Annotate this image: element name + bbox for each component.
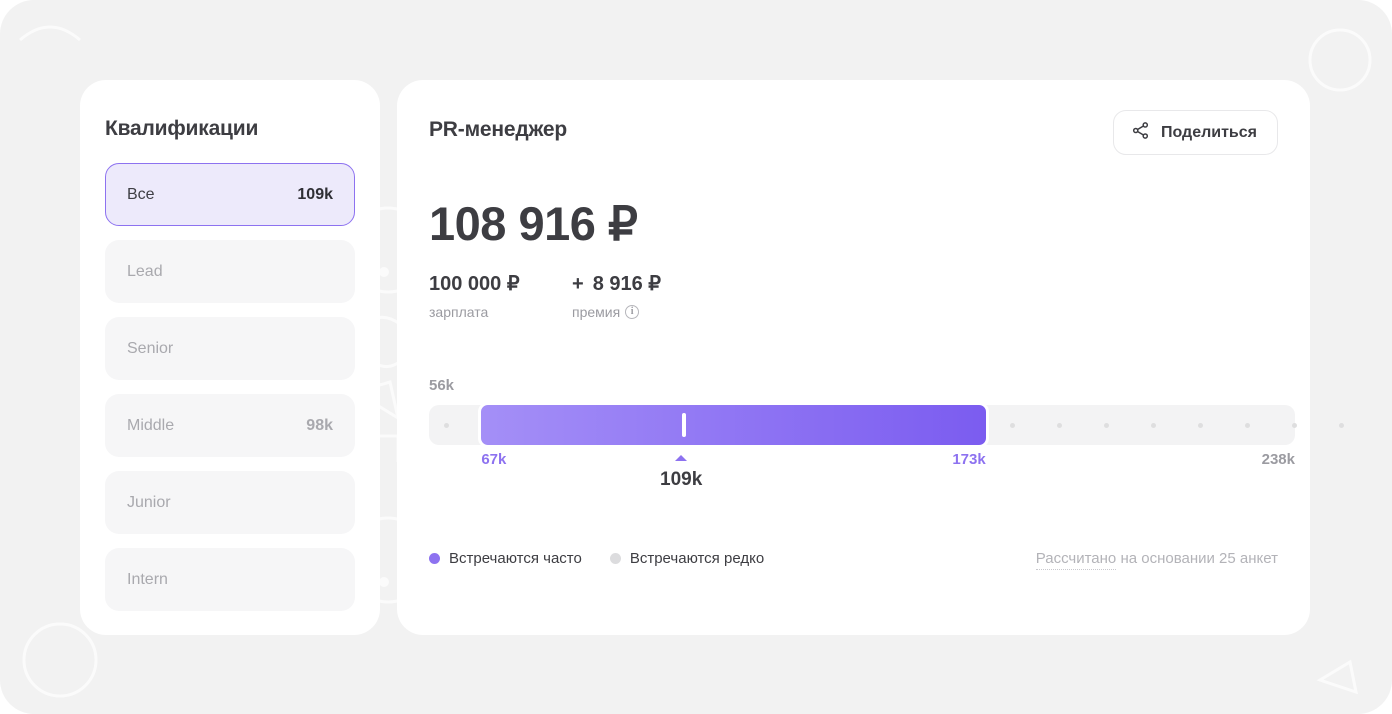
track-dot (1198, 422, 1204, 428)
axis-max-label: 238k (1261, 451, 1295, 468)
track-dot (1339, 422, 1345, 428)
track-dot (1104, 422, 1110, 428)
sidebar-item-label: Junior (127, 493, 171, 511)
track-dot (1245, 422, 1251, 428)
salary-breakdown-values: 100 000 ₽ + 8 916 ₽ (429, 271, 1278, 296)
source-note-link[interactable]: Рассчитано (1035, 550, 1117, 570)
legend-item-rare: Встречаются редко (609, 550, 765, 567)
panel-header: PR-менеджер Поделиться (429, 110, 1278, 155)
sidebar-item-label: Senior (127, 339, 174, 357)
sidebar-item-label: Все (127, 185, 155, 203)
range-high-label: 173k (952, 451, 986, 468)
median-caret-icon (675, 455, 688, 461)
plus-sign: + (572, 273, 584, 295)
panel-footer: Встречаются часто Встречаются редко Расс… (429, 550, 1278, 570)
source-note: Рассчитано на основании 25 анкет (1035, 550, 1278, 570)
range-low-label: 67k (481, 451, 507, 468)
sidebar-item-vse[interactable]: Все 109k (105, 163, 355, 226)
app-root: Квалификации Все 109k Lead Senior Middle… (0, 0, 1392, 714)
sidebar-item-intern[interactable]: Intern (105, 548, 355, 611)
base-salary-label: зарплата (429, 304, 489, 320)
salary-range-chart: 56k 67k 173k 238k 109k (429, 377, 1345, 490)
sidebar-item-label: Intern (127, 570, 168, 588)
frequent-range-bar[interactable] (478, 402, 989, 448)
track-dot (443, 422, 449, 428)
chart-wrap: 56k 67k 173k 238k 109k (429, 377, 1345, 490)
info-icon[interactable]: i (625, 305, 640, 319)
qualifications-sidebar: Квалификации Все 109k Lead Senior Middle… (80, 80, 380, 635)
sidebar-item-label: Lead (127, 262, 163, 280)
legend-dot (429, 553, 440, 564)
legend-item-frequent: Встречаются часто (429, 550, 582, 567)
sidebar-item-label: Middle (127, 416, 175, 434)
bonus-label: премия (572, 304, 621, 320)
sidebar-item-value: 98k (306, 416, 333, 434)
dashboard-board: Квалификации Все 109k Lead Senior Middle… (80, 80, 1345, 635)
legend-dot (609, 553, 621, 564)
track-dot (1151, 422, 1157, 428)
sidebar-item-senior[interactable]: Senior (105, 317, 355, 380)
sidebar-item-junior[interactable]: Junior (105, 471, 355, 534)
legend-label: Встречаются редко (629, 550, 765, 567)
page-title: PR-менеджер (429, 118, 567, 141)
sidebar-item-middle[interactable]: Middle 98k (105, 394, 355, 457)
median-marker (682, 413, 687, 437)
legend-label: Встречаются часто (449, 550, 582, 567)
axis-min-label: 56k (429, 377, 455, 394)
base-salary-value: 100 000 ₽ (429, 273, 520, 295)
sidebar-title: Квалификации (105, 117, 259, 140)
track-dot (1292, 422, 1298, 428)
sidebar-item-value: 109k (297, 185, 333, 203)
range-track[interactable] (429, 402, 1345, 448)
salary-detail-panel: PR-менеджер Поделиться 108 916 ₽ 100 000… (397, 80, 1345, 635)
salary-breakdown-labels: зарплата премия i (429, 304, 1278, 320)
share-nodes-icon (1131, 121, 1150, 145)
share-button[interactable]: Поделиться (1112, 110, 1278, 155)
share-button-label: Поделиться (1160, 123, 1257, 141)
bonus-value: 8 916 ₽ (592, 273, 662, 295)
chart-legend: Встречаются часто Встречаются редко (429, 550, 764, 567)
sidebar-item-lead[interactable]: Lead (105, 240, 355, 303)
track-dot (1057, 422, 1063, 428)
salary-total-value: 108 916 ₽ (429, 197, 638, 250)
bonus-label-group: премия i (572, 304, 640, 320)
track-dot (1010, 422, 1016, 428)
source-note-rest: на основании 25 анкет (1116, 550, 1278, 567)
median-value-label: 109k (660, 469, 703, 490)
